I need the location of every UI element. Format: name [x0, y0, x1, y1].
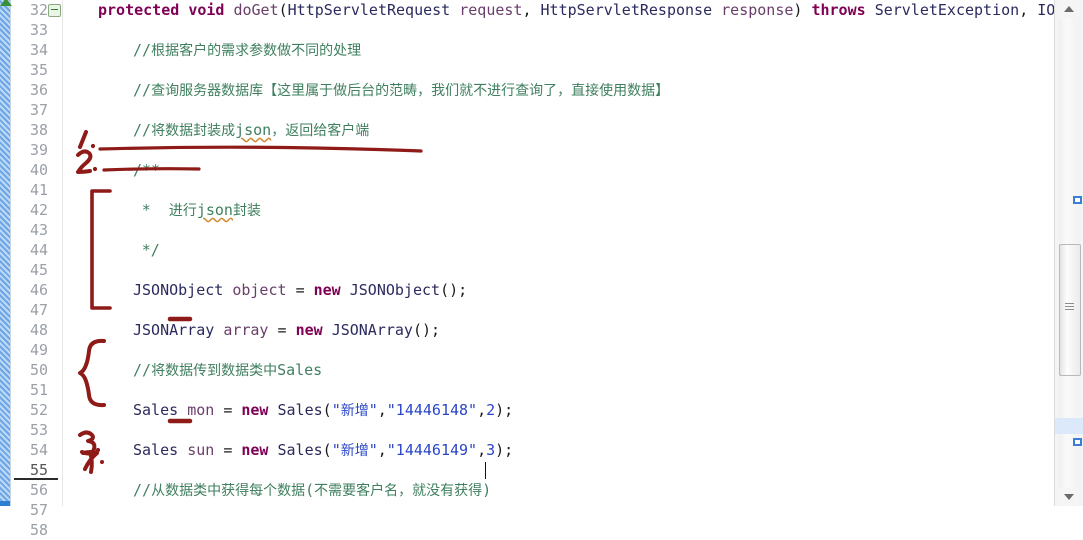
code-line[interactable]: * 进行json封装: [63, 200, 1055, 220]
line-number[interactable]: 37: [30, 100, 48, 120]
line-number[interactable]: 36: [30, 80, 48, 100]
line-number[interactable]: 33: [30, 20, 48, 40]
code-line[interactable]: //从数据类中获得每个数据(不需要客户名，就没有获得): [63, 480, 1055, 500]
line-number[interactable]: 49: [30, 340, 48, 360]
code-line[interactable]: //根据客户的需求参数做不同的处理: [63, 40, 1055, 60]
line-number[interactable]: 47: [30, 300, 48, 320]
line-number[interactable]: 38: [30, 120, 48, 140]
line-number[interactable]: 48: [30, 320, 48, 340]
line-number[interactable]: 41: [30, 180, 48, 200]
line-number[interactable]: 39: [30, 140, 48, 160]
code-line[interactable]: Sales mon = new Sales("新增","14446148",2)…: [63, 400, 1055, 420]
line-number[interactable]: 40: [30, 160, 48, 180]
change-marker-strip: [0, 0, 12, 506]
line-number[interactable]: 42: [30, 200, 48, 220]
line-number[interactable]: 35: [30, 60, 48, 80]
scroll-up-arrow[interactable]: [1059, 0, 1079, 18]
code-editor[interactable]: 32 33 34 35 36 37 38 39 40 41 42 43 44 45 46 47 48 49 50 51…: [0, 0, 1083, 539]
vertical-scrollbar[interactable]: [1054, 0, 1083, 506]
scroll-thumb[interactable]: [1059, 244, 1081, 376]
scroll-thumb-grip-icon: [1065, 303, 1074, 312]
line-number[interactable]: 51: [30, 380, 48, 400]
code-content[interactable]: protected void doGet(HttpServletRequest …: [63, 0, 1055, 506]
code-line[interactable]: */: [63, 240, 1055, 260]
line-number[interactable]: 32: [30, 0, 48, 20]
line-number[interactable]: 52: [30, 400, 48, 420]
line-number[interactable]: 46: [30, 280, 48, 300]
line-number[interactable]: 45: [30, 260, 48, 280]
code-line[interactable]: JSONArray array = new JSONArray();: [63, 320, 1055, 340]
code-line[interactable]: JSONObject object = new JSONObject();: [63, 280, 1055, 300]
scrollbar-marker[interactable]: [1073, 196, 1082, 204]
text-caret: [485, 462, 487, 479]
chevron-up-icon: [1064, 6, 1074, 12]
scrollbar-marker[interactable]: [1073, 438, 1082, 446]
line-number-gutter[interactable]: 32 33 34 35 36 37 38 39 40 41 42 43 44 45 46 47 48 49 50 51…: [10, 0, 62, 539]
code-line[interactable]: Sales sun = new Sales("新增","14446149",3)…: [63, 440, 1055, 460]
line-number[interactable]: 58: [30, 520, 48, 540]
code-line[interactable]: /**: [63, 160, 1055, 180]
code-line[interactable]: //查询服务器数据库【这里属于做后台的范畴，我们就不进行查询了，直接使用数据】: [63, 80, 1055, 100]
code-line[interactable]: protected void doGet(HttpServletRequest …: [63, 0, 1055, 20]
scroll-up-indicator-icon: [0, 0, 12, 6]
gutter-divider: [62, 0, 63, 506]
code-fold-icon[interactable]: [48, 4, 61, 17]
line-number[interactable]: 56: [30, 480, 48, 500]
line-number[interactable]: 44: [30, 240, 48, 260]
line-number[interactable]: 34: [30, 40, 48, 60]
code-line[interactable]: //将数据封装成json，返回给客户端: [63, 120, 1055, 140]
chevron-down-icon: [1064, 494, 1074, 500]
line-number[interactable]: 50: [30, 360, 48, 380]
scroll-down-indicator-icon: [0, 501, 10, 506]
scrollbar-current-line-band: [1055, 418, 1083, 434]
line-number[interactable]: 54: [30, 440, 48, 460]
line-number[interactable]: 53: [30, 420, 48, 440]
line-number[interactable]: 55: [30, 460, 48, 480]
line-number[interactable]: 43: [30, 220, 48, 240]
current-line-gutter-underline: [14, 478, 58, 480]
line-number[interactable]: 57: [30, 500, 48, 520]
scroll-down-arrow[interactable]: [1059, 488, 1079, 506]
code-line[interactable]: //将数据传到数据类中Sales: [63, 360, 1055, 380]
